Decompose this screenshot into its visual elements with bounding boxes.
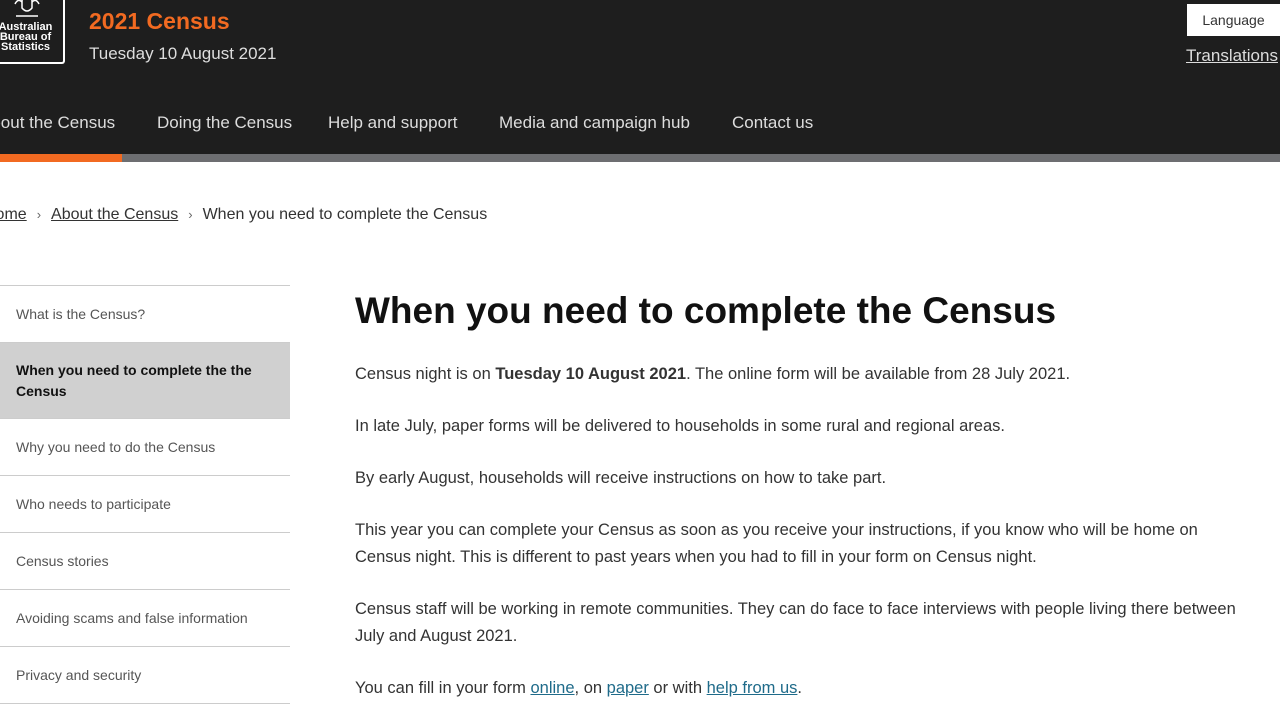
nav-item-about[interactable]: About the Census (0, 113, 115, 133)
help-from-us-link[interactable]: help from us (707, 679, 798, 697)
site-title[interactable]: 2021 Census (89, 8, 230, 35)
breadcrumb-current: When you need to complete the Census (202, 206, 488, 223)
nav-indicator-bar (0, 154, 1280, 162)
sidebar-item-when[interactable]: When you need to complete the the Census (0, 343, 290, 419)
page-title: When you need to complete the Census (355, 290, 1057, 331)
census-date: Tuesday 10 August 2021 (89, 44, 277, 63)
paragraph: This year you can complete your Census a… (355, 521, 1198, 566)
text: or with (648, 679, 707, 697)
abs-logo[interactable]: Australian Bureau of Statistics (0, 0, 65, 64)
paragraph: By early August, households will receive… (355, 469, 887, 487)
sidebar-item-who[interactable]: Who needs to participate (0, 476, 290, 533)
nav-item-contact[interactable]: Contact us (732, 113, 813, 133)
census-night-date: Tuesday 10 August 2021 (495, 365, 687, 383)
paragraph: Census night is on Tuesday 10 August 202… (355, 361, 1255, 388)
sidebar-item-what[interactable]: What is the Census? (0, 286, 290, 343)
text: You can fill in your form (355, 679, 531, 697)
text: , on (574, 679, 607, 697)
main-content: Census night is on Tuesday 10 August 202… (355, 361, 1255, 727)
site-header: Australian Bureau of Statistics 2021 Cen… (0, 0, 1280, 154)
sidebar-item-privacy[interactable]: Privacy and security (0, 647, 290, 704)
chevron-right-icon: › (188, 207, 193, 222)
paragraph: You can fill in your form online, on pap… (355, 675, 1255, 702)
sidebar-item-why[interactable]: Why you need to do the Census (0, 419, 290, 476)
sidebar-nav: What is the Census? When you need to com… (0, 285, 290, 704)
online-link[interactable]: online (530, 679, 574, 697)
paragraph: In late July, paper forms will be delive… (355, 417, 1005, 435)
sidebar-item-stories[interactable]: Census stories (0, 533, 290, 590)
breadcrumb: Home › About the Census › When you need to c… (0, 206, 487, 224)
breadcrumb-home[interactable]: Home (0, 206, 27, 223)
chevron-right-icon: › (36, 207, 42, 222)
breadcrumb-about[interactable]: About the Census (51, 206, 178, 223)
translations-link[interactable]: Translations (1186, 46, 1278, 66)
text: Census night is on (355, 365, 496, 383)
logo-text: Australian Bureau of Statistics (0, 21, 53, 53)
language-button[interactable]: Language (1187, 4, 1280, 36)
sidebar-item-scams[interactable]: Avoiding scams and false information (0, 590, 290, 647)
paragraph: Census staff will be working in remote c… (355, 600, 1236, 645)
nav-item-help[interactable]: Help and support (328, 113, 457, 133)
paper-link[interactable]: paper (607, 679, 649, 697)
text: . (797, 679, 803, 697)
nav-item-doing[interactable]: Doing the Census (157, 113, 292, 133)
nav-item-media[interactable]: Media and campaign hub (499, 113, 690, 133)
text: . The online form will be available from… (686, 365, 1071, 383)
active-indicator (0, 154, 122, 162)
coat-of-arms-icon (14, 0, 40, 17)
